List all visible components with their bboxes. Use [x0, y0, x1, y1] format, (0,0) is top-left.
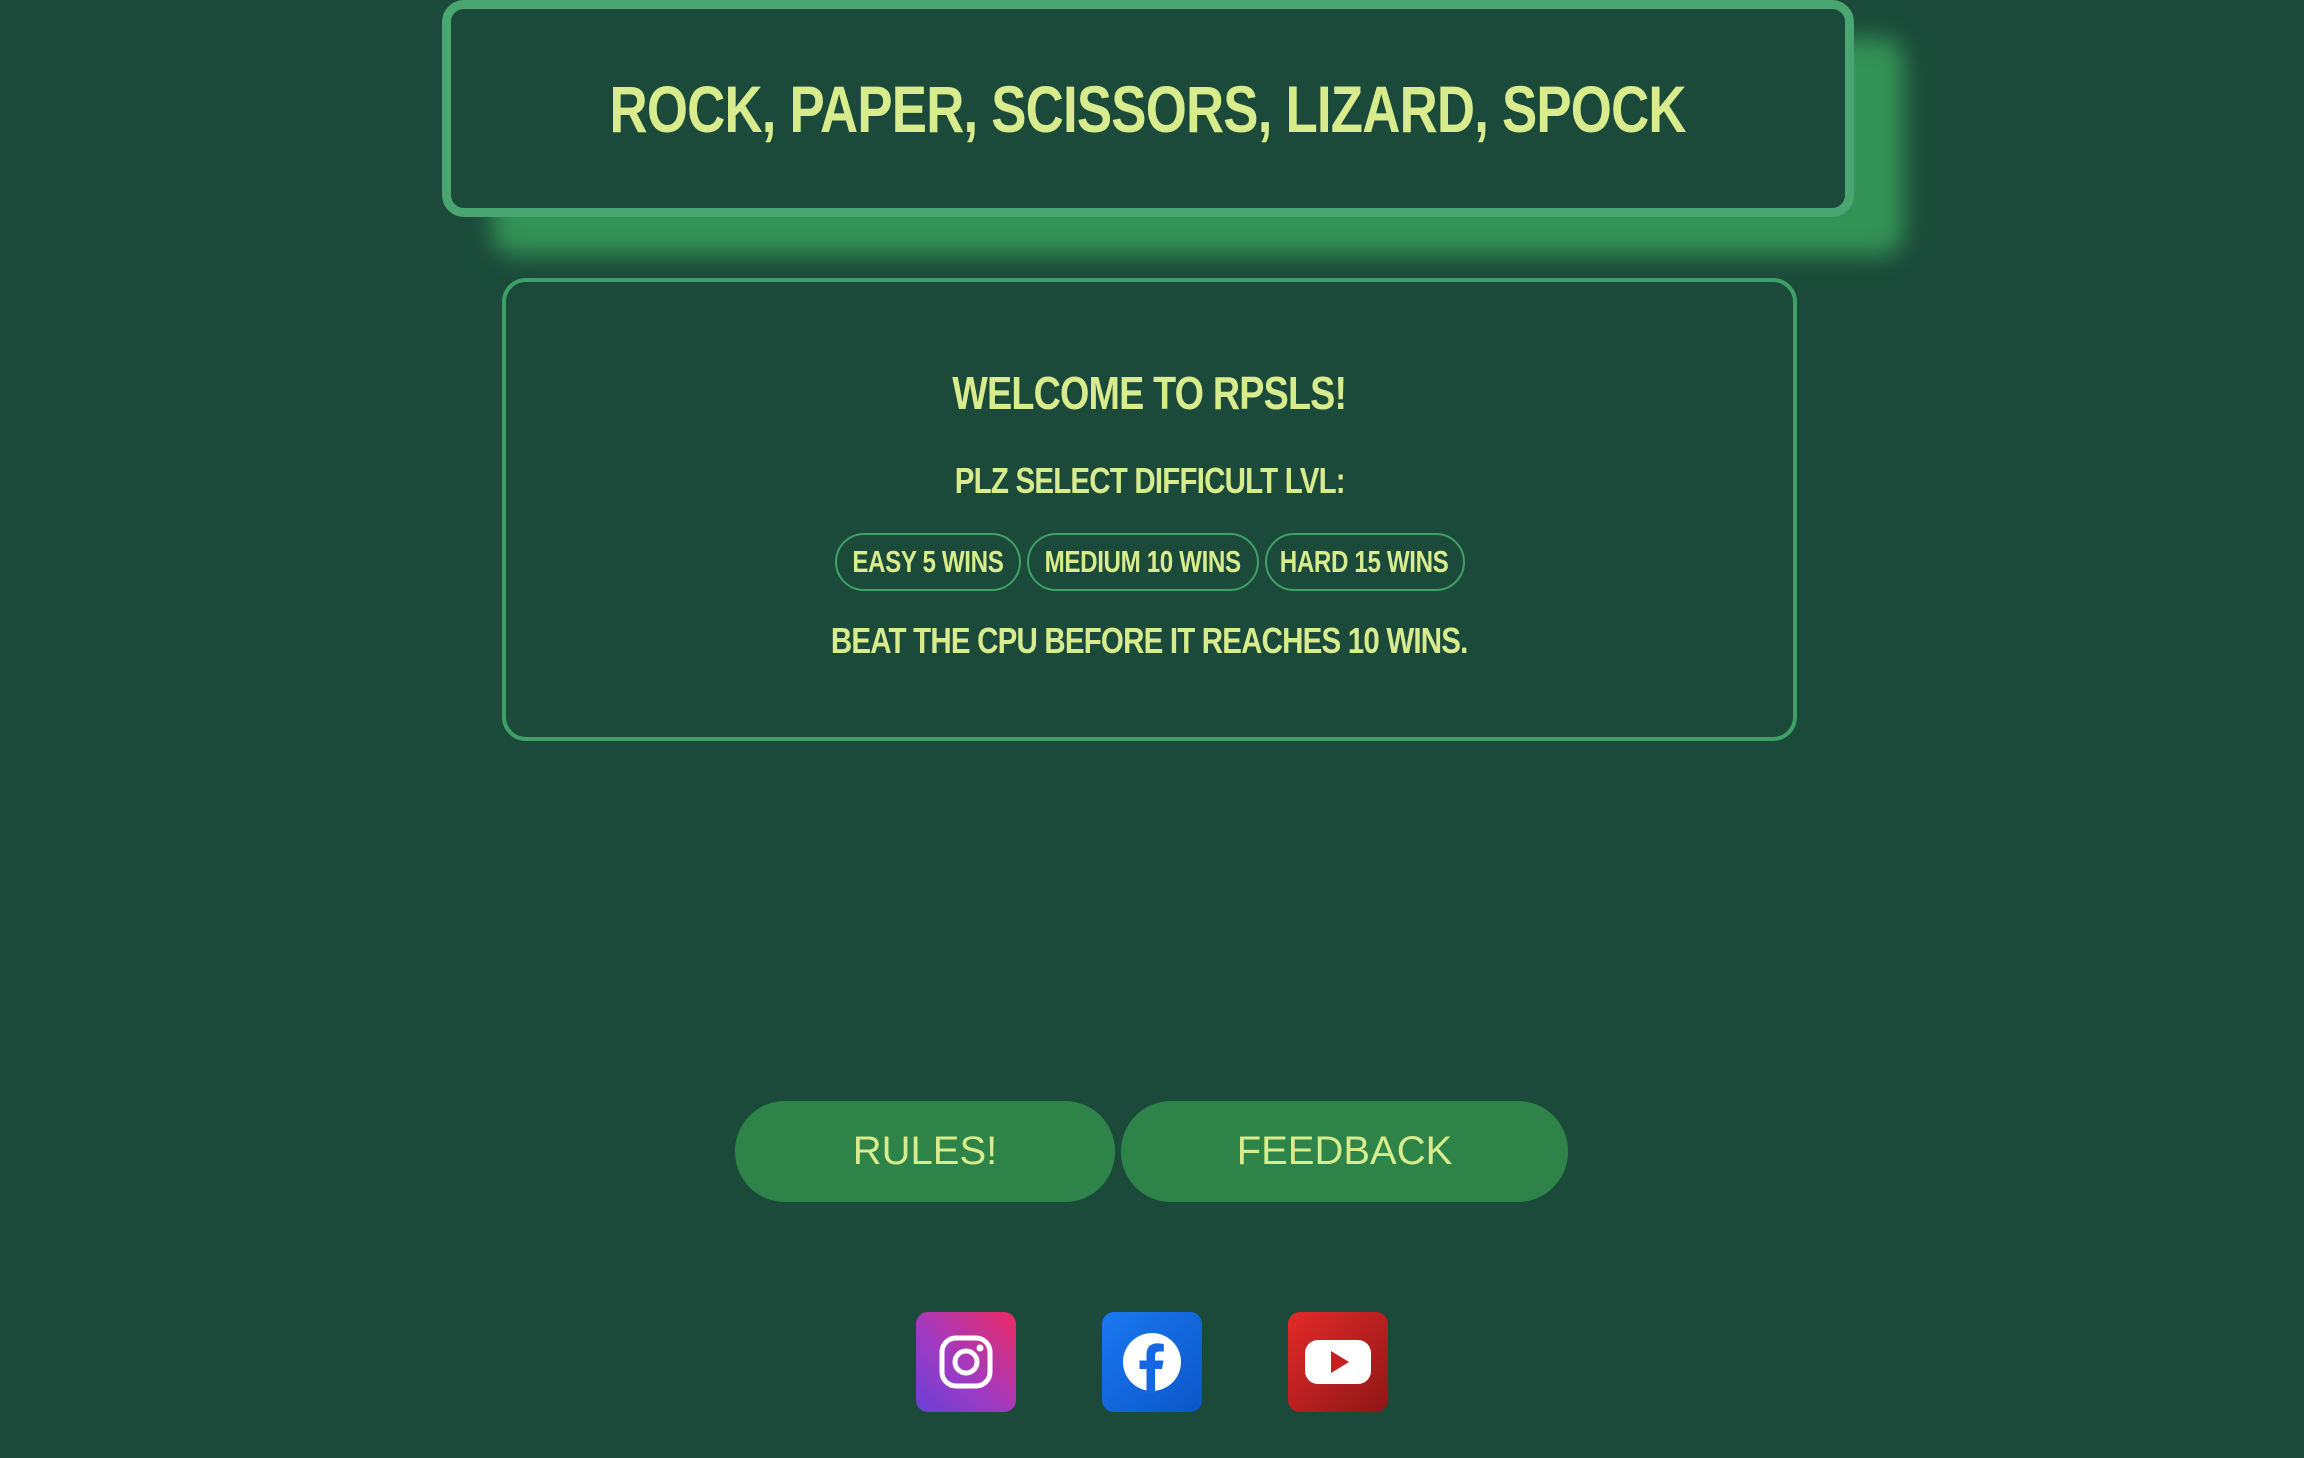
instagram-link[interactable]: [916, 1312, 1016, 1412]
difficulty-options: EASY 5 WINS MEDIUM 10 WINS HARD 15 WINS: [506, 533, 1793, 591]
difficulty-select-label-text: PLZ SELECT DIFFICULT LVL:: [954, 460, 1345, 501]
feedback-button[interactable]: FEEDBACK: [1121, 1101, 1568, 1202]
instruction-text: BEAT THE CPU BEFORE IT REACHES 10 WINS.: [506, 620, 1793, 662]
medium-difficulty-label: MEDIUM 10 WINS: [1044, 544, 1241, 579]
facebook-icon: [1123, 1333, 1181, 1393]
hard-difficulty-button[interactable]: HARD 15 WINS: [1264, 533, 1465, 591]
welcome-heading: WELCOME TO RPSLS!: [506, 366, 1793, 420]
welcome-panel: WELCOME TO RPSLS! PLZ SELECT DIFFICULT L…: [502, 278, 1797, 741]
easy-difficulty-button[interactable]: EASY 5 WINS: [834, 533, 1021, 591]
difficulty-select-label: PLZ SELECT DIFFICULT LVL:: [506, 460, 1793, 502]
youtube-icon: [1305, 1340, 1371, 1384]
hard-difficulty-label: HARD 15 WINS: [1280, 544, 1449, 579]
medium-difficulty-button[interactable]: MEDIUM 10 WINS: [1026, 533, 1259, 591]
youtube-link[interactable]: [1288, 1312, 1388, 1412]
rules-button[interactable]: RULES!: [735, 1101, 1115, 1202]
easy-difficulty-label: EASY 5 WINS: [851, 544, 1004, 579]
page-title: ROCK, PAPER, SCISSORS, LIZARD, SPOCK: [609, 71, 1687, 146]
welcome-heading-text: WELCOME TO RPSLS!: [952, 367, 1347, 419]
instruction-text-content: BEAT THE CPU BEFORE IT REACHES 10 WINS.: [831, 620, 1468, 661]
facebook-link[interactable]: [1102, 1312, 1202, 1412]
instagram-icon: [939, 1335, 993, 1389]
title-card: ROCK, PAPER, SCISSORS, LIZARD, SPOCK: [442, 0, 1854, 217]
